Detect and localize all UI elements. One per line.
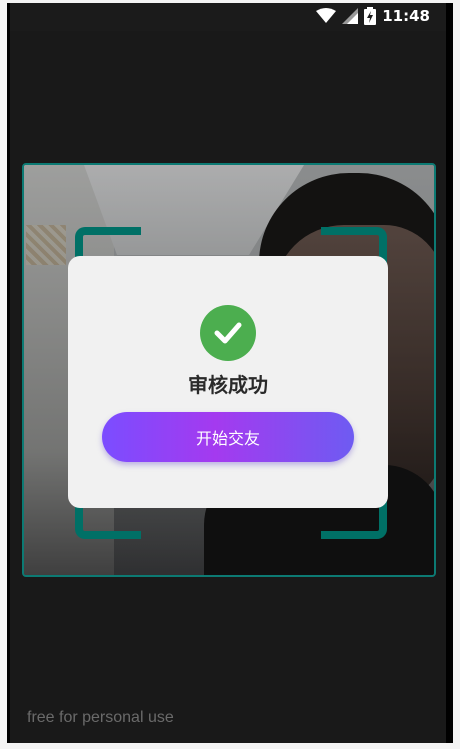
status-bar: 11:48 bbox=[10, 3, 446, 31]
dialog-title: 审核成功 bbox=[188, 373, 268, 397]
screen: 11:48 审核成功 开始交友 free for personal use bbox=[10, 3, 446, 743]
check-circle-icon bbox=[200, 305, 256, 361]
wifi-icon bbox=[316, 8, 337, 24]
status-time: 11:48 bbox=[382, 7, 430, 25]
watermark-text: free for personal use bbox=[27, 709, 174, 726]
status-icons: 11:48 bbox=[316, 7, 430, 25]
device-frame: 11:48 审核成功 开始交友 free for personal use bbox=[0, 0, 460, 749]
start-dating-button[interactable]: 开始交友 bbox=[102, 412, 354, 462]
signal-icon bbox=[342, 8, 359, 24]
success-dialog: 审核成功 开始交友 bbox=[68, 256, 388, 508]
phone-body: 11:48 审核成功 开始交友 free for personal use bbox=[7, 3, 453, 743]
battery-charging-icon bbox=[364, 7, 377, 25]
